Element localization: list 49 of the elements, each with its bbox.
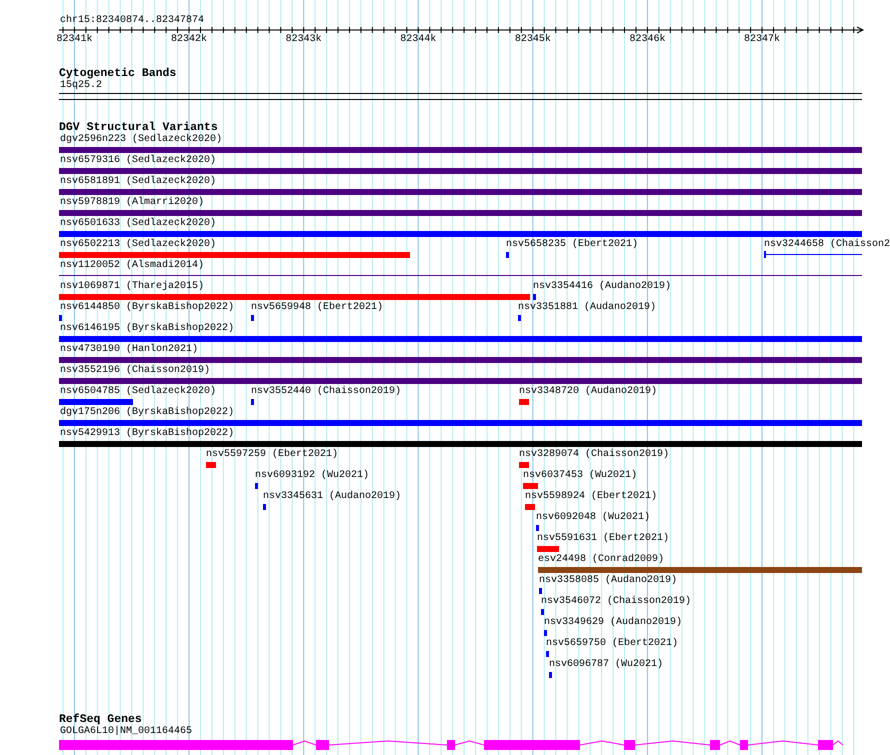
variant-label: nsv3552440 (Chaisson2019) — [251, 386, 402, 398]
gene-label: GOLGA6L10|NM_001164465 — [60, 726, 192, 738]
variant-label: nsv6579316 (Sedlazeck2020) — [60, 155, 216, 167]
variant-label: nsv5978819 (Almarri2020) — [60, 197, 204, 209]
variant-label: nsv5598924 (Ebert2021) — [525, 491, 658, 503]
variant-label: nsv6502213 (Sedlazeck2020) — [60, 239, 216, 251]
variant-label: nsv6504785 (Sedlazeck2020) — [60, 386, 216, 398]
track-title: Cytogenetic Bands — [59, 67, 176, 80]
variant-label: nsv3354416 (Audano2019) — [533, 281, 672, 293]
variant-label: nsv3351881 (Audano2019) — [518, 302, 656, 314]
variant-label: nsv6092048 (Wu2021) — [536, 512, 650, 524]
variant-label: nsv5597259 (Ebert2021) — [206, 449, 338, 461]
variant-label: nsv3349629 (Audano2019) — [544, 617, 682, 629]
variant-label: nsv5659750 (Ebert2021) — [546, 638, 678, 650]
variant-label: nsv3289074 (Chaisson2019) — [519, 449, 670, 461]
variant-label: nsv6581891 (Sedlazeck2020) — [60, 176, 216, 188]
track-title: DGV Structural Variants — [59, 121, 218, 134]
variant-label: esv24498 (Conrad2009) — [538, 554, 664, 566]
variant-label: nsv3546072 (Chaisson2019) — [541, 596, 692, 608]
tick-label: 82342k — [171, 34, 208, 46]
variant-label: nsv6501633 (Sedlazeck2020) — [60, 218, 216, 230]
tick-label: 82345k — [514, 34, 551, 46]
locus-label: chr15:82340874..82347874 — [60, 15, 204, 27]
variant-label: nsv3552196 (Chaisson2019) — [60, 365, 210, 377]
variant-label: nsv6096787 (Wu2021) — [549, 659, 664, 671]
variant-label: nsv3358085 (Audano2019) — [539, 575, 678, 587]
variant-label: nsv5659948 (Ebert2021) — [251, 302, 384, 314]
variant-label: nsv5429913 (ByrskaBishop2022) — [60, 428, 234, 440]
track-title: RefSeq Genes — [59, 713, 142, 726]
variant-label: nsv1069871 (Thareja2015) — [60, 281, 204, 293]
tick-label: 82347k — [744, 34, 780, 46]
tick-label: 82346k — [629, 34, 666, 46]
variant-label: nsv1120052 (Alsmadi2014) — [60, 260, 204, 272]
band-label: 15q25.2 — [60, 80, 102, 92]
tick-label: 82343k — [286, 34, 322, 46]
tick-label: 82344k — [400, 34, 436, 46]
variant-label: nsv3345631 (Audano2019) — [263, 491, 402, 503]
variant-label: nsv4730190 (Hanlon2021) — [60, 344, 198, 356]
variant-label: nsv5591631 (Ebert2021) — [537, 533, 670, 545]
variant-label: nsv3348720 (Audano2019) — [519, 386, 658, 398]
tick-label: 82341k — [56, 34, 92, 46]
variant-label: nsv6037453 (Wu2021) — [523, 470, 638, 482]
variant-label: dgv2596n223 (Sedlazeck2020) — [60, 134, 222, 146]
variant-label: nsv6144850 (ByrskaBishop2022) — [60, 302, 234, 314]
variant-label: nsv6146195 (ByrskaBishop2022) — [60, 323, 234, 335]
variant-label: dgv175n206 (ByrskaBishop2022) — [60, 407, 234, 419]
variant-label: nsv6093192 (Wu2021) — [255, 470, 370, 482]
variant-label: nsv3244658 (Chaisson2 — [764, 239, 890, 251]
variant-label: nsv5658235 (Ebert2021) — [506, 239, 638, 251]
